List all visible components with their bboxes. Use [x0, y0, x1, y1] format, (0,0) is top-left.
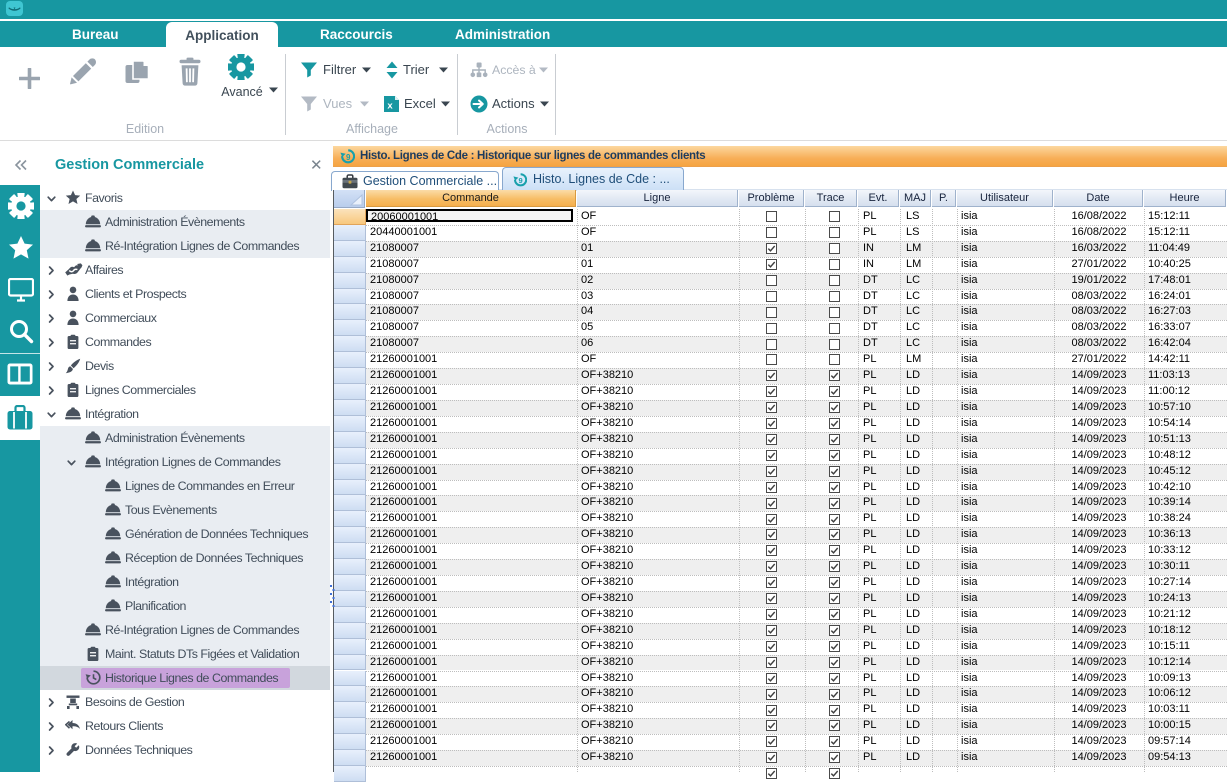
svg-text:x: x: [387, 101, 393, 112]
svg-text:9: 9: [346, 153, 351, 162]
svg-text:9: 9: [519, 176, 523, 185]
